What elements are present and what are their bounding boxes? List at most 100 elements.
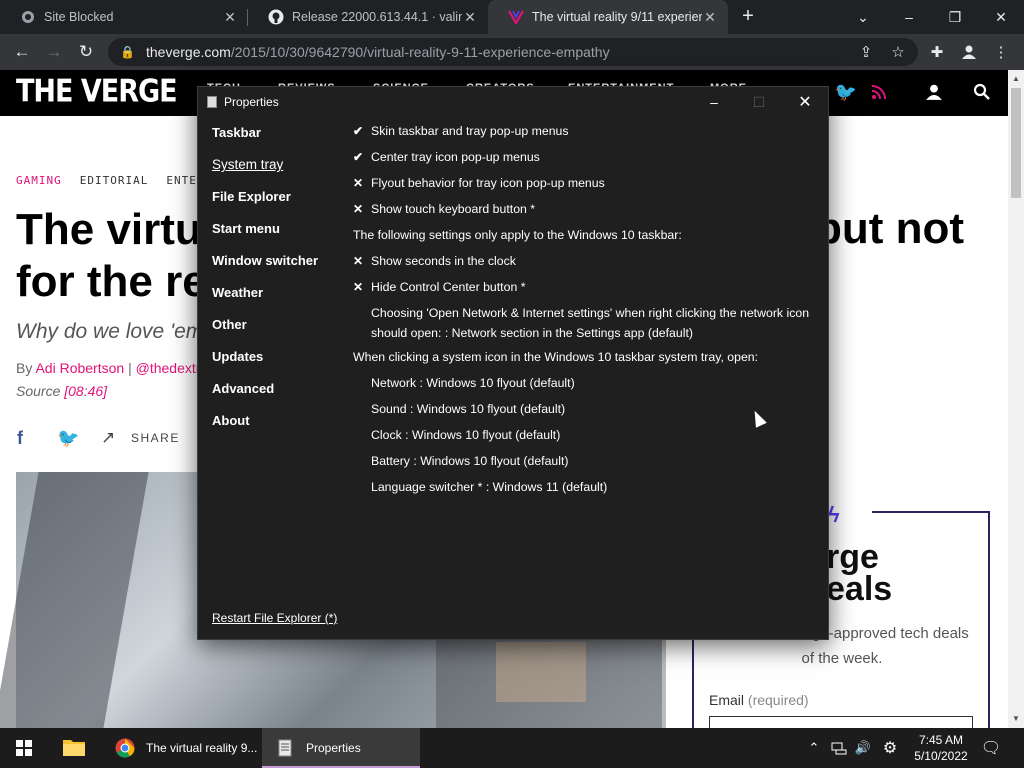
- file-explorer-icon[interactable]: [62, 737, 86, 757]
- headline-tail: but not: [815, 204, 965, 253]
- notification-icon[interactable]: 🗨: [981, 738, 1001, 758]
- dialog-maximize-button: ☐: [752, 93, 766, 110]
- taskbar-chrome[interactable]: The virtual reality 9...: [102, 728, 260, 768]
- chrome-icon: [114, 737, 136, 759]
- dialog-titlebar[interactable]: Properties – ☐ ✕: [198, 87, 828, 117]
- unchecked-icon: ✕: [353, 202, 364, 216]
- start-button[interactable]: [0, 728, 48, 768]
- reload-icon[interactable]: ↻: [73, 39, 99, 65]
- option-network-flyout[interactable]: Network : Windows 10 flyout (default): [353, 375, 813, 401]
- option-label: Flyout behavior for tray icon pop-up men…: [371, 176, 605, 190]
- tab-site-blocked[interactable]: Site Blocked ✕: [0, 0, 248, 34]
- option-show-seconds[interactable]: ✕ Show seconds in the clock: [353, 253, 813, 279]
- share-icon[interactable]: ↗: [101, 428, 115, 448]
- tab-title: Site Blocked: [44, 10, 114, 24]
- close-window-button[interactable]: ✕: [978, 0, 1024, 34]
- lightning-icon: ϟ: [828, 502, 840, 527]
- option-hide-control-center[interactable]: ✕ Hide Control Center button *: [353, 279, 813, 305]
- address-bar[interactable]: 🔒 theverge.com/2015/10/30/9642790/virtua…: [108, 38, 918, 66]
- search-icon[interactable]: [970, 80, 994, 104]
- nav-about[interactable]: About: [212, 413, 318, 445]
- option-clock-flyout[interactable]: Clock : Windows 10 flyout (default): [353, 427, 813, 453]
- share-label[interactable]: SHARE: [131, 431, 180, 445]
- nav-updates[interactable]: Updates: [212, 349, 318, 381]
- nav-file-explorer[interactable]: File Explorer: [212, 189, 318, 221]
- dialog-close-button[interactable]: ✕: [782, 87, 828, 117]
- tab-search-icon[interactable]: ⌄: [840, 0, 886, 34]
- tag-editorial[interactable]: EDITORIAL: [80, 174, 149, 187]
- url-path: /2015/10/30/9642790/virtual-reality-9-11…: [230, 44, 610, 60]
- nav-weather[interactable]: Weather: [212, 285, 318, 317]
- scroll-thumb[interactable]: [1011, 88, 1021, 198]
- bookmark-star-icon[interactable]: ☆: [885, 39, 911, 65]
- share-page-icon[interactable]: ⇪: [853, 39, 879, 65]
- twitter-share-icon[interactable]: 🐦: [57, 428, 79, 449]
- author-handle-link[interactable]: @thedextr: [136, 360, 201, 376]
- email-field[interactable]: [709, 716, 973, 728]
- byline: By Adi Robertson | @thedextr: [16, 360, 200, 376]
- settings-gear-icon[interactable]: ⚙: [880, 738, 900, 758]
- taskbar-clock[interactable]: 7:45 AM 5/10/2022: [906, 732, 976, 764]
- option-sound-flyout[interactable]: Sound : Windows 10 flyout (default): [353, 401, 813, 427]
- option-language-flyout[interactable]: Language switcher * : Windows 11 (defaul…: [353, 479, 813, 505]
- byline-separator: |: [124, 360, 136, 376]
- facebook-icon[interactable]: f: [17, 428, 23, 449]
- taskbar-properties[interactable]: Properties: [262, 728, 420, 768]
- url-host: theverge.com: [146, 44, 231, 60]
- tag-gaming[interactable]: GAMING: [16, 174, 62, 187]
- restart-explorer-link[interactable]: Restart File Explorer (*): [212, 611, 337, 625]
- rss-icon[interactable]: [867, 80, 891, 104]
- page-scrollbar[interactable]: ▲ ▼: [1008, 70, 1024, 728]
- close-tab-icon[interactable]: ✕: [702, 9, 718, 26]
- properties-icon: [207, 96, 217, 108]
- volume-icon[interactable]: 🔊: [853, 738, 873, 758]
- restore-button[interactable]: ❐: [932, 0, 978, 34]
- scroll-down-icon[interactable]: ▼: [1008, 712, 1024, 726]
- system-tray-options: ✔ Skin taskbar and tray pop-up menus ✔ Cen…: [353, 123, 813, 505]
- nav-advanced[interactable]: Advanced: [212, 381, 318, 413]
- option-touch-keyboard[interactable]: ✕ Show touch keyboard button *: [353, 201, 813, 227]
- checked-icon: ✔: [353, 150, 364, 164]
- nav-system-tray[interactable]: System tray: [212, 157, 318, 189]
- lock-icon[interactable]: 🔒: [120, 45, 136, 59]
- source-link[interactable]: [08:46]: [64, 383, 107, 399]
- back-icon[interactable]: ←: [9, 39, 35, 65]
- source-label: Source: [16, 383, 65, 399]
- github-icon: [268, 9, 284, 25]
- tab-verge-article[interactable]: The virtual reality 9/11 experienc ✕: [488, 0, 728, 34]
- close-tab-icon[interactable]: ✕: [462, 9, 478, 26]
- profile-icon[interactable]: [956, 39, 982, 65]
- verge-logo[interactable]: THE VERGE: [16, 74, 178, 110]
- nav-other[interactable]: Other: [212, 317, 318, 349]
- new-tab-button[interactable]: +: [738, 6, 758, 26]
- menu-kebab-icon[interactable]: ⋮: [988, 39, 1014, 65]
- option-center-menus[interactable]: ✔ Center tray icon pop-up menus: [353, 149, 813, 175]
- forward-icon[interactable]: →: [41, 39, 67, 65]
- close-tab-icon[interactable]: ✕: [222, 9, 238, 26]
- tab-github-release[interactable]: Release 22000.613.44.1 · valinet/ ✕: [248, 0, 488, 34]
- dialog-minimize-button[interactable]: –: [691, 87, 737, 117]
- twitter-icon[interactable]: 🐦: [834, 80, 858, 104]
- show-hidden-icons-icon[interactable]: ⌃: [804, 738, 824, 758]
- author-link[interactable]: Adi Robertson: [35, 360, 124, 376]
- option-skin-menus[interactable]: ✔ Skin taskbar and tray pop-up menus: [353, 123, 813, 149]
- nav-taskbar[interactable]: Taskbar: [212, 125, 318, 157]
- source-line: Source [08:46]: [16, 383, 107, 399]
- verge-icon: [508, 9, 524, 25]
- option-label: Show seconds in the clock: [371, 254, 516, 268]
- option-flyout-behavior[interactable]: ✕ Flyout behavior for tray icon pop-up me…: [353, 175, 813, 201]
- url-text: theverge.com/2015/10/30/9642790/virtual-…: [146, 44, 610, 60]
- email-required: (required): [747, 692, 809, 708]
- unchecked-icon: ✕: [353, 280, 364, 294]
- nav-window-switcher[interactable]: Window switcher: [212, 253, 318, 285]
- option-network-settings[interactable]: Choosing 'Open Network & Internet settin…: [353, 303, 813, 349]
- scroll-up-icon[interactable]: ▲: [1008, 72, 1024, 86]
- blocked-icon: [20, 9, 36, 25]
- option-battery-flyout[interactable]: Battery : Windows 10 flyout (default): [353, 453, 813, 479]
- minimize-button[interactable]: –: [886, 0, 932, 34]
- unchecked-icon: ✕: [353, 176, 364, 190]
- extensions-icon[interactable]: ✚: [924, 39, 950, 65]
- nav-start-menu[interactable]: Start menu: [212, 221, 318, 253]
- account-icon[interactable]: [922, 80, 946, 104]
- network-icon[interactable]: [829, 738, 849, 758]
